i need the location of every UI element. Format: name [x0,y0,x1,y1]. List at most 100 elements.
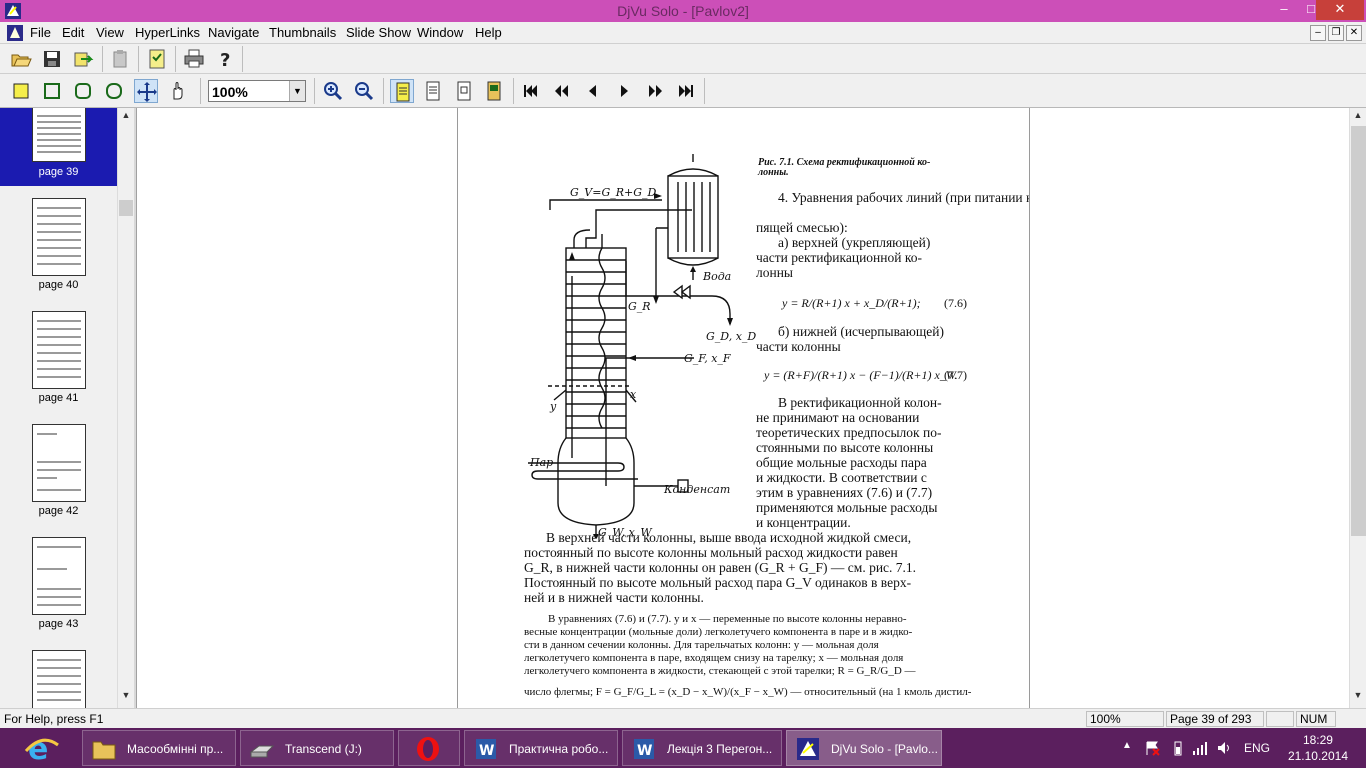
mdi-minimize-button[interactable]: – [1310,25,1326,41]
menu-thumbnails[interactable]: Thumbnails [269,25,336,40]
mdi-restore-button[interactable]: ❐ [1328,25,1344,41]
clock[interactable]: 18:29 21.10.2014 [1288,732,1348,764]
first-page-icon[interactable] [519,79,543,103]
label-x: x [630,388,637,401]
menu-navigate[interactable]: Navigate [208,25,259,40]
close-button[interactable]: ✕ [1316,0,1364,20]
text-line: В ректификационной колон- [778,395,942,410]
mdi-close-button[interactable]: ✕ [1346,25,1362,41]
document-view[interactable]: Рис. 7.1. Схема ректификационной ко- лон… [136,108,1349,708]
next-page-icon[interactable] [612,79,636,103]
scroll-thumb[interactable] [119,200,133,216]
zoom-in-icon[interactable] [321,79,345,103]
layer-icon[interactable] [482,79,506,103]
previous-page-icon[interactable] [581,79,605,103]
select-rect-icon[interactable] [9,79,33,103]
scroll-down-icon[interactable]: ▼ [1350,690,1366,707]
scroll-up-icon[interactable]: ▲ [1350,110,1366,127]
equation-number: (7.7) [944,368,967,382]
label-kondensat: Конденсат [663,483,730,496]
continuous-page-icon[interactable] [421,79,445,103]
open-folder-icon[interactable] [9,47,33,71]
svg-text:?: ? [220,50,230,71]
chevron-up-icon[interactable]: ▲ [1122,740,1138,756]
zoom-value: 100% [212,84,248,100]
fast-back-icon[interactable] [550,79,574,103]
flag-icon[interactable] [1144,740,1160,756]
task-djvu[interactable]: DjVu Solo - [Pavlo... [786,730,942,766]
status-empty [1266,711,1294,727]
select-zone-icon[interactable] [102,79,126,103]
volume-icon[interactable] [1216,740,1232,756]
small-line: весные концентрации (мольные доли) легко… [524,626,913,638]
document-scrollbar[interactable]: ▲ ▼ [1349,108,1366,708]
text-line: стоянными по высоте колонны [756,440,934,455]
scroll-up-icon[interactable]: ▲ [118,110,134,127]
hand-tool-icon[interactable] [166,79,190,103]
word-icon: W [634,739,654,759]
menu-slide-show[interactable]: Slide Show [346,25,411,40]
text-line: пящей смесью): [756,220,848,235]
thumbnail-page-44[interactable] [0,650,117,708]
pan-icon[interactable] [134,79,158,103]
zoom-out-icon[interactable] [352,79,376,103]
thumbnail-page-41[interactable]: page 41 [0,311,117,424]
language-indicator[interactable]: ENG [1244,741,1270,755]
menu-file[interactable]: File [30,25,51,40]
zoom-select[interactable]: 100% ▼ [208,80,306,102]
select-region-icon[interactable] [40,79,64,103]
fast-forward-icon[interactable] [643,79,667,103]
djvu-icon [797,738,819,760]
menu-view[interactable]: View [96,25,124,40]
minimize-button[interactable]: – [1270,0,1298,20]
text-line: и концентрации. [756,515,851,530]
figure-caption-line2: лонны. [758,167,789,178]
properties-icon[interactable] [145,47,169,71]
body-line: Постоянный по высоте мольный расход пара… [524,575,912,590]
task-word-2[interactable]: W Лекція 3 Перегон... [622,730,782,766]
thumbnail-page-43[interactable]: page 43 [0,537,117,650]
task-word-1[interactable]: W Практична робо... [464,730,618,766]
task-label: Масообмінні пр... [127,742,224,756]
last-page-icon[interactable] [674,79,698,103]
select-text-icon[interactable] [71,79,95,103]
word-icon: W [476,739,496,759]
thumbnail-page-39[interactable]: page 39 [0,108,117,186]
print-icon[interactable] [182,47,206,71]
network-icon[interactable] [1192,740,1208,756]
facing-pages-icon[interactable] [452,79,476,103]
thumbnail-page-40[interactable]: page 40 [0,198,117,311]
ie-icon[interactable]: e [22,731,62,765]
task-opera[interactable] [398,730,460,766]
chevron-down-icon[interactable]: ▼ [289,81,305,101]
scroll-thumb[interactable] [1351,126,1366,536]
status-num: NUM [1296,711,1336,727]
menu-window[interactable]: Window [417,25,463,40]
label-y: y [549,400,557,413]
status-page: Page 39 of 293 [1166,711,1264,727]
thumbnail-page-42[interactable]: page 42 [0,424,117,537]
thumbnail-pane: page 39 page 40 page 41 page 42 page 43 [0,108,117,708]
scroll-down-icon[interactable]: ▼ [118,690,134,707]
single-page-icon[interactable] [390,79,414,103]
equation-7-6: y = R/(R+1) x + x_D/(R+1); [782,296,921,310]
help-icon[interactable]: ? [213,47,237,71]
thumbnail-scrollbar[interactable]: ▲ ▼ [117,108,134,708]
label-par: Пар [529,456,553,469]
task-label: Практична робо... [509,742,609,756]
menu-edit[interactable]: Edit [62,25,84,40]
menu-hyperlinks[interactable]: HyperLinks [135,25,200,40]
menu-help[interactable]: Help [475,25,502,40]
svg-text:W: W [479,743,494,759]
document-icon[interactable] [6,24,24,42]
status-zoom: 100% [1086,711,1164,727]
thumbnail-label: page 42 [38,505,79,517]
battery-icon[interactable] [1170,740,1186,756]
task-drive[interactable]: Transcend (J:) [240,730,394,766]
save-icon[interactable] [40,47,64,71]
export-icon[interactable] [71,47,95,71]
main-toolbar: ? [0,44,1366,74]
task-folder[interactable]: Масообмінні пр... [82,730,236,766]
text-line: не принимают на основании [756,410,920,425]
clipboard-icon[interactable] [108,47,132,71]
